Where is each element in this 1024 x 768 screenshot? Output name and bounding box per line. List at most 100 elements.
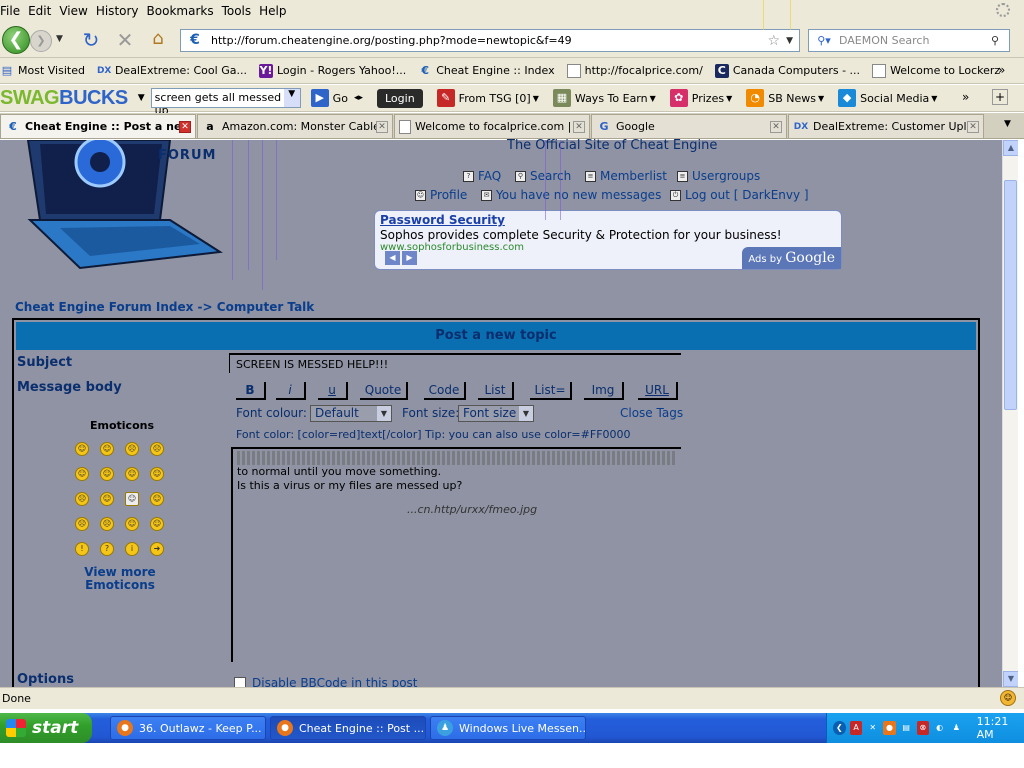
swagbucks-news[interactable]: ◔ SB News ▼ bbox=[746, 89, 824, 107]
ad-next-icon[interactable]: ▶ bbox=[402, 251, 417, 265]
tab-cheat-engine[interactable]: € Cheat Engine :: Post a ne... ✕ bbox=[0, 114, 196, 138]
evil-emoticon-icon[interactable]: ☹ bbox=[75, 517, 89, 531]
close-tab-icon[interactable]: ✕ bbox=[770, 120, 782, 133]
ads-by-google-link[interactable]: Ads by Google bbox=[742, 247, 841, 269]
scroll-thumb[interactable] bbox=[1004, 180, 1017, 410]
bookmark-focalprice[interactable]: http://focalprice.com/ bbox=[566, 63, 703, 78]
taskbar-item-cheat-engine[interactable]: ● Cheat Engine :: Post ... bbox=[270, 716, 426, 740]
shocked-emoticon-icon[interactable]: ☺ bbox=[75, 467, 89, 481]
printer-icon[interactable]: ▤ bbox=[900, 721, 913, 735]
embarrassed-emoticon-icon[interactable]: ☺ bbox=[125, 492, 139, 506]
bookmark-star-icon[interactable]: ☆ bbox=[768, 33, 781, 49]
search-engine-icon[interactable]: ⚲▾ bbox=[809, 34, 839, 47]
tab-list-icon[interactable]: ▼ bbox=[1004, 119, 1011, 129]
menu-edit[interactable]: Edit bbox=[28, 4, 59, 18]
menu-history[interactable]: History bbox=[96, 4, 147, 18]
confused-emoticon-icon[interactable]: ☺ bbox=[100, 467, 114, 481]
rolleyes-emoticon-icon[interactable]: ☺ bbox=[125, 517, 139, 531]
link-faq[interactable]: ? FAQ bbox=[463, 169, 501, 183]
avg-icon[interactable]: ● bbox=[883, 721, 896, 735]
home-button[interactable]: ⌂ bbox=[146, 28, 170, 52]
scroll-down-icon[interactable]: ▼ bbox=[1003, 671, 1019, 687]
underline-button[interactable]: u bbox=[318, 382, 348, 400]
tab-dealextreme[interactable]: DX DealExtreme: Customer Uplo... ✕ bbox=[788, 114, 984, 138]
idea-emoticon-icon[interactable]: i bbox=[125, 542, 139, 556]
close-tab-icon[interactable]: ✕ bbox=[179, 120, 191, 133]
url-dropdown-icon[interactable]: ▼ bbox=[786, 36, 793, 46]
security-icon[interactable]: ⊗ bbox=[916, 721, 930, 735]
search-go-icon[interactable]: ⚲ bbox=[991, 34, 1009, 47]
ati-icon[interactable]: A bbox=[849, 721, 863, 735]
ad-title-link[interactable]: Password Security bbox=[380, 213, 505, 227]
clock[interactable]: 11:21 AM bbox=[977, 715, 1024, 741]
twisted-emoticon-icon[interactable]: ☹ bbox=[100, 517, 114, 531]
message-body-textarea[interactable]: to normal until you move something. Is t… bbox=[231, 447, 681, 662]
vertical-scrollbar[interactable]: ▲ ▼ bbox=[1002, 140, 1019, 687]
link-messages[interactable]: ✉ You have no new messages bbox=[481, 188, 661, 202]
list-button[interactable]: List bbox=[478, 382, 514, 400]
forward-button[interactable]: ❯ bbox=[30, 30, 52, 52]
url-button[interactable]: URL bbox=[638, 382, 678, 400]
tab-google[interactable]: G Google ✕ bbox=[591, 114, 787, 138]
swagbucks-social-media[interactable]: ◆ Social Media ▼ bbox=[838, 89, 937, 107]
list-numbered-button[interactable]: List= bbox=[530, 382, 572, 400]
url-bar[interactable]: € http://forum.cheatengine.org/posting.p… bbox=[180, 29, 800, 52]
search-box[interactable]: ⚲▾ DAEMON Search ⚲ bbox=[808, 29, 1010, 52]
scroll-up-icon[interactable]: ▲ bbox=[1003, 140, 1019, 156]
swagbucks-search-input[interactable]: screen gets all messed up ▼ bbox=[150, 88, 301, 117]
arrow-emoticon-icon[interactable]: ➜ bbox=[150, 542, 164, 556]
menu-help[interactable]: Help bbox=[259, 4, 294, 18]
code-button[interactable]: Code bbox=[424, 382, 466, 400]
menu-view[interactable]: View bbox=[59, 4, 95, 18]
swagbucks-logo[interactable]: SWAGBUCKS bbox=[0, 87, 128, 110]
menu-tools[interactable]: Tools bbox=[222, 4, 260, 18]
toolbar-overflow-icon[interactable]: » bbox=[962, 90, 969, 104]
link-search[interactable]: ⚲ Search bbox=[515, 169, 571, 183]
search-placeholder[interactable]: DAEMON Search bbox=[839, 34, 991, 47]
cool-emoticon-icon[interactable]: ☺ bbox=[125, 467, 139, 481]
close-tab-icon[interactable]: ✕ bbox=[376, 120, 388, 133]
font-size-select[interactable]: Font size ▼ bbox=[458, 405, 534, 422]
link-logout[interactable]: ⏻ Log out [ DarkEnvy ] bbox=[670, 188, 809, 202]
smile-emoticon-icon[interactable]: ☺ bbox=[75, 442, 89, 456]
menu-file[interactable]: File bbox=[0, 4, 28, 18]
chevron-down-icon[interactable]: ▼ bbox=[283, 89, 300, 107]
ad-prev-icon[interactable]: ◀ bbox=[385, 251, 400, 265]
grin-emoticon-icon[interactable]: ☺ bbox=[100, 442, 114, 456]
sad-emoticon-icon[interactable]: ☹ bbox=[125, 442, 139, 456]
swagbucks-prizes[interactable]: ✿ Prizes ▼ bbox=[669, 89, 732, 107]
font-colour-select[interactable]: Default ▼ bbox=[310, 405, 392, 422]
menu-bookmarks[interactable]: Bookmarks bbox=[147, 4, 222, 18]
surprised-emoticon-icon[interactable]: ☹ bbox=[150, 442, 164, 456]
bookmark-lockerz[interactable]: Welcome to Lockerz bbox=[872, 63, 1000, 78]
history-dropdown-icon[interactable]: ▼ bbox=[56, 34, 63, 44]
volume-icon[interactable]: ◐ bbox=[933, 721, 946, 735]
quote-button[interactable]: Quote bbox=[360, 382, 408, 400]
breadcrumb[interactable]: Cheat Engine Forum Index -> Computer Tal… bbox=[15, 300, 314, 314]
addon-status-icon[interactable]: ☺ bbox=[1000, 690, 1016, 706]
tray-expand-icon[interactable]: ❮ bbox=[833, 721, 846, 735]
bookmark-canada-computers[interactable]: C Canada Computers - ... bbox=[714, 63, 860, 78]
tab-focalprice[interactable]: Welcome to focalprice.com | ... ✕ bbox=[394, 114, 590, 138]
bookmark-dealextreme[interactable]: DX DealExtreme: Cool Ga... bbox=[97, 64, 247, 78]
bold-button[interactable]: B bbox=[236, 382, 266, 400]
close-tab-icon[interactable]: ✕ bbox=[573, 120, 585, 133]
taskbar-item-outlawz[interactable]: ● 36. Outlawz - Keep P... bbox=[110, 716, 266, 740]
img-button[interactable]: Img bbox=[584, 382, 624, 400]
view-more-emoticons-link[interactable]: View more Emoticons bbox=[80, 566, 160, 592]
swagbucks-menu-icon[interactable]: ▼ bbox=[138, 93, 145, 103]
swagbucks-ways-to-earn[interactable]: ▦ Ways To Earn ▼ bbox=[552, 89, 656, 107]
razz-emoticon-icon[interactable]: ☺ bbox=[100, 492, 114, 506]
italic-button[interactable]: i bbox=[276, 382, 306, 400]
link-profile[interactable]: ☺ Profile bbox=[415, 188, 467, 202]
subject-input[interactable]: SCREEN IS MESSED HELP!!! bbox=[229, 353, 681, 373]
exclaim-emoticon-icon[interactable]: ! bbox=[75, 542, 89, 556]
mad-emoticon-icon[interactable]: ☹ bbox=[75, 492, 89, 506]
question-emoticon-icon[interactable]: ? bbox=[100, 542, 114, 556]
bookmark-cheat-engine[interactable]: € Cheat Engine :: Index bbox=[418, 64, 554, 78]
reload-button[interactable]: ↻ bbox=[80, 28, 102, 52]
cry-emoticon-icon[interactable]: ☺ bbox=[150, 492, 164, 506]
wink-emoticon-icon[interactable]: ☺ bbox=[150, 517, 164, 531]
start-button[interactable]: start bbox=[0, 713, 92, 743]
link-memberlist[interactable]: ≡ Memberlist bbox=[585, 169, 667, 183]
